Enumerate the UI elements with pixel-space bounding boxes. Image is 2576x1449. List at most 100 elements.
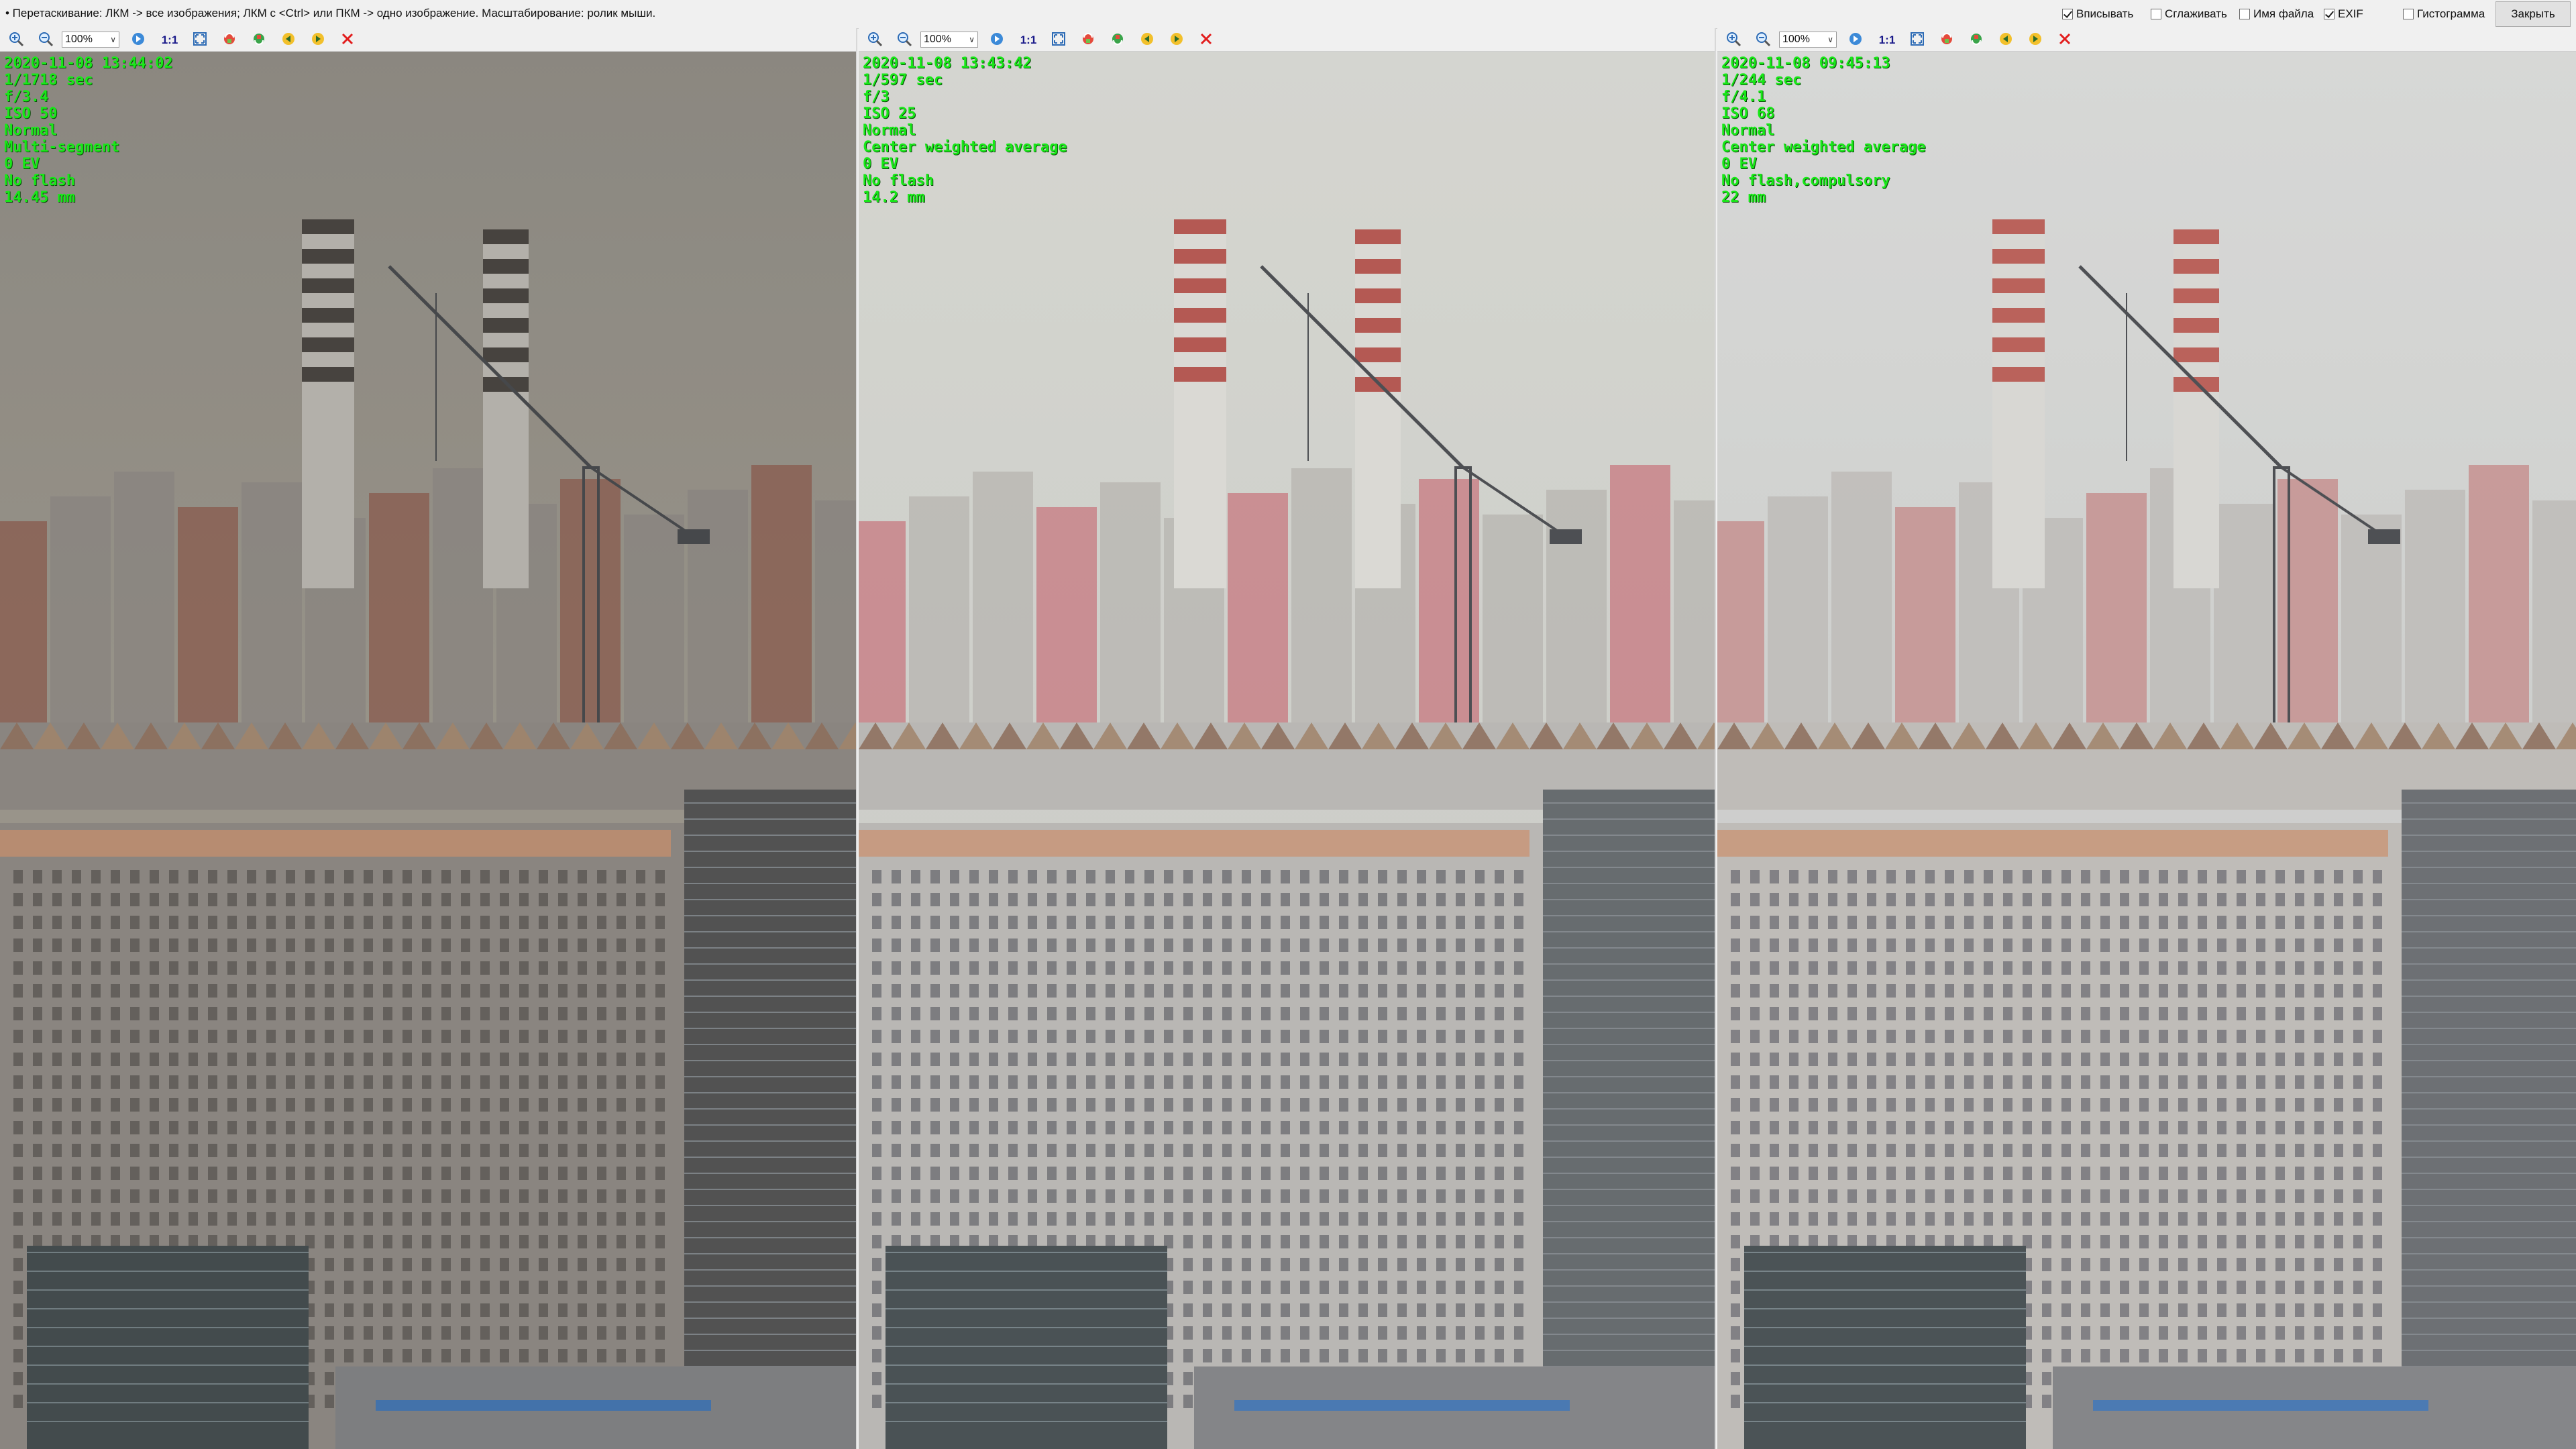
exif-shutter: 1/597 sec bbox=[863, 72, 943, 89]
rotate-left-icon bbox=[221, 31, 237, 50]
exif-aperture: f/4.1 bbox=[1721, 89, 1766, 105]
close-button[interactable] bbox=[1198, 32, 1214, 48]
option-histogram[interactable]: Гистограмма bbox=[2403, 7, 2485, 21]
next-image-button[interactable] bbox=[2027, 32, 2043, 48]
option-filename[interactable]: Имя файла bbox=[2239, 7, 2314, 21]
zoom-select[interactable]: 100% ∨ bbox=[1779, 32, 1837, 48]
histogram-label: Гистограмма bbox=[2417, 7, 2485, 20]
option-fit[interactable]: Вписывать bbox=[2062, 7, 2133, 21]
image-panel-2: 1:1 100% ∨ 2020-11-08 13:43:42 1/597 sec f… bbox=[859, 28, 1716, 1449]
option-smooth[interactable]: Сглаживать bbox=[2151, 7, 2227, 21]
prev-image-button[interactable] bbox=[1998, 32, 2014, 48]
top-bar: • Перетаскивание: ЛКМ -> все изображения… bbox=[0, 0, 2576, 29]
rotate-left-button[interactable] bbox=[1080, 32, 1096, 48]
next-image-button[interactable] bbox=[1169, 32, 1185, 48]
zoom-in-button[interactable] bbox=[8, 32, 24, 48]
exif-shutter: 1/1718 sec bbox=[4, 72, 93, 89]
exif-flash: No flash bbox=[863, 172, 934, 189]
image-view[interactable] bbox=[1717, 52, 2576, 1449]
zoom-in-icon bbox=[1725, 31, 1741, 50]
option-exif[interactable]: EXIF bbox=[2324, 7, 2363, 21]
usage-hint: • Перетаскивание: ЛКМ -> все изображения… bbox=[5, 7, 656, 19]
zoom-value: 100% bbox=[924, 34, 951, 45]
scene bbox=[1717, 52, 2576, 1449]
exif-focal: 22 mm bbox=[1721, 189, 1766, 206]
exif-metering: Center weighted average bbox=[863, 139, 1067, 156]
prev-image-icon bbox=[1139, 31, 1155, 50]
rotate-right-icon bbox=[1110, 31, 1126, 50]
fit-icon bbox=[192, 31, 208, 50]
fit-button[interactable] bbox=[1051, 32, 1067, 48]
zoom-in-button[interactable] bbox=[1725, 32, 1741, 48]
zoom-in-icon bbox=[867, 31, 883, 50]
next-button[interactable] bbox=[130, 32, 146, 48]
exif-focal: 14.2 mm bbox=[863, 189, 925, 206]
photo bbox=[1717, 52, 2576, 1449]
exif-checkbox[interactable] bbox=[2324, 9, 2334, 19]
zoom-value: 100% bbox=[65, 34, 93, 45]
exif-overlay: 2020-11-08 13:44:02 1/1718 sec f/3.4 ISO… bbox=[4, 55, 173, 206]
image-panel-1: 1:1 100% ∨ 2020-11-08 13:44:02 1/1718 sec … bbox=[0, 28, 857, 1449]
image-view[interactable] bbox=[0, 52, 856, 1449]
zoom-out-icon bbox=[1755, 31, 1771, 50]
exif-label: EXIF bbox=[2338, 7, 2363, 20]
smooth-checkbox[interactable] bbox=[2151, 9, 2161, 19]
one-to-one-button[interactable]: 1:1 bbox=[1017, 32, 1040, 48]
zoom-select[interactable]: 100% ∨ bbox=[920, 32, 978, 48]
zoom-out-button[interactable] bbox=[38, 32, 54, 48]
zoom-in-button[interactable] bbox=[867, 32, 883, 48]
rotate-left-icon bbox=[1080, 31, 1096, 50]
rotate-right-button[interactable] bbox=[1110, 32, 1126, 48]
next-image-icon bbox=[310, 31, 326, 50]
zoom-out-icon bbox=[38, 31, 54, 50]
rotate-right-button[interactable] bbox=[1968, 32, 1984, 48]
fit-checkbox[interactable] bbox=[2062, 9, 2073, 19]
rotate-left-button[interactable] bbox=[221, 32, 237, 48]
fit-button[interactable] bbox=[192, 32, 208, 48]
zoom-out-button[interactable] bbox=[1755, 32, 1771, 48]
close-icon bbox=[339, 31, 356, 50]
prev-image-button[interactable] bbox=[280, 32, 297, 48]
close-button[interactable] bbox=[339, 32, 356, 48]
exif-datetime: 2020-11-08 13:43:42 bbox=[863, 55, 1032, 72]
exif-overlay: 2020-11-08 09:45:13 1/244 sec f/4.1 ISO … bbox=[1721, 55, 1926, 206]
next-button[interactable] bbox=[989, 32, 1005, 48]
next-button[interactable] bbox=[1847, 32, 1864, 48]
filename-label: Имя файла bbox=[2253, 7, 2314, 20]
rotate-left-icon bbox=[1939, 31, 1955, 50]
exif-iso: ISO 68 bbox=[1721, 105, 1775, 122]
exif-mode: Normal bbox=[1721, 122, 1775, 139]
zoom-in-icon bbox=[8, 31, 24, 50]
close-button[interactable]: Закрыть bbox=[2496, 1, 2571, 27]
scene bbox=[0, 52, 856, 1449]
image-view[interactable] bbox=[859, 52, 1715, 1449]
zoom-out-button[interactable] bbox=[896, 32, 912, 48]
panel-toolbar: 1:1 100% ∨ bbox=[859, 28, 1715, 52]
rotate-left-button[interactable] bbox=[1939, 32, 1955, 48]
exif-flash: No flash bbox=[4, 172, 75, 189]
one-to-one-button[interactable]: 1:1 bbox=[158, 32, 181, 48]
scene bbox=[859, 52, 1715, 1449]
histogram-checkbox[interactable] bbox=[2403, 9, 2414, 19]
exif-metering: Multi-segment bbox=[4, 139, 120, 156]
exif-focal: 14.45 mm bbox=[4, 189, 75, 206]
rotate-right-button[interactable] bbox=[251, 32, 267, 48]
exif-flash: No flash,compulsory bbox=[1721, 172, 1890, 189]
next-image-icon bbox=[1169, 31, 1185, 50]
fit-button[interactable] bbox=[1909, 32, 1925, 48]
prev-image-icon bbox=[1998, 31, 2014, 50]
exif-ev: 0 EV bbox=[1721, 156, 1757, 172]
photo bbox=[859, 52, 1715, 1449]
one-to-one-button[interactable]: 1:1 bbox=[1876, 32, 1898, 48]
exif-datetime: 2020-11-08 09:45:13 bbox=[1721, 55, 1890, 72]
exif-ev: 0 EV bbox=[863, 156, 898, 172]
close-button[interactable] bbox=[2057, 32, 2073, 48]
exif-iso: ISO 50 bbox=[4, 105, 58, 122]
zoom-select[interactable]: 100% ∨ bbox=[62, 32, 119, 48]
next-image-button[interactable] bbox=[310, 32, 326, 48]
smooth-label: Сглаживать bbox=[2165, 7, 2227, 20]
prev-image-icon bbox=[280, 31, 297, 50]
next-icon bbox=[130, 31, 146, 50]
prev-image-button[interactable] bbox=[1139, 32, 1155, 48]
filename-checkbox[interactable] bbox=[2239, 9, 2250, 19]
